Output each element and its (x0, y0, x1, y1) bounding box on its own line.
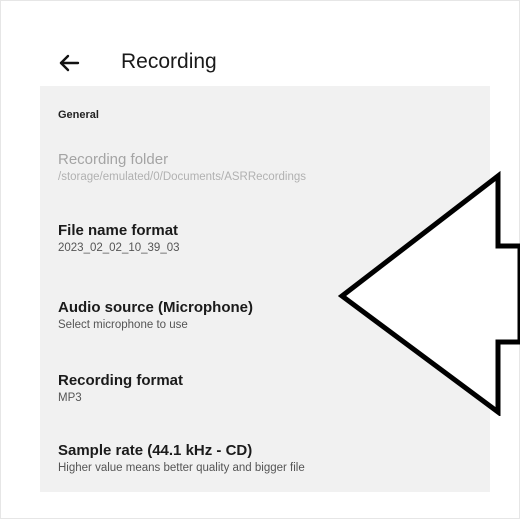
section-header-general: General (58, 109, 99, 121)
setting-label: Recording folder (58, 151, 169, 168)
arrow-left-icon[interactable] (58, 52, 80, 74)
app-bar: Recording (40, 40, 490, 86)
setting-label: Sample rate (44.1 kHz - CD) (58, 442, 253, 459)
left-pointing-arrow-icon (337, 168, 520, 417)
page-title: Recording (121, 50, 217, 73)
setting-sample-rate[interactable]: Sample rate (44.1 kHz - CD) Higher value… (58, 442, 478, 476)
setting-value: Higher value means better quality and bi… (58, 462, 305, 474)
